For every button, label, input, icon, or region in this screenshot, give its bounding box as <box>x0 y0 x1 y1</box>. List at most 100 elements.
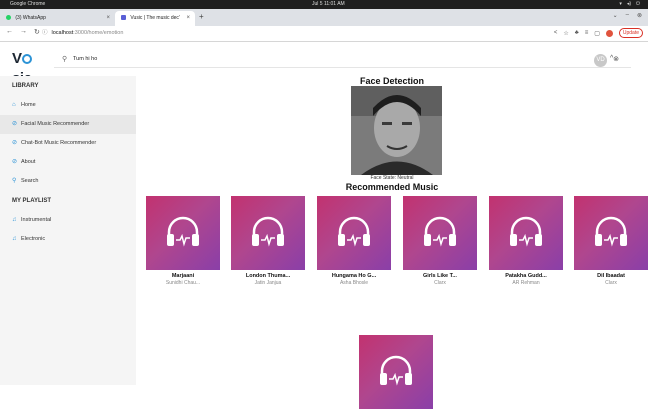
back-arrow-icon[interactable]: ← <box>6 28 13 36</box>
album-cover <box>359 335 433 409</box>
search-input[interactable]: Tum hi ho <box>73 56 97 62</box>
reload-icon[interactable]: ↻ <box>34 28 40 36</box>
home-icon: ⌂ <box>12 102 16 108</box>
volume-icon[interactable]: ◂) <box>627 0 631 9</box>
check-circle-icon: ⊘ <box>12 159 18 165</box>
close-window-icon[interactable]: ⊗ <box>637 12 642 19</box>
url-host: localhost <box>51 30 74 36</box>
whatsapp-icon <box>6 15 11 21</box>
song-title: Girls Like T... <box>423 273 457 279</box>
new-tab-button[interactable]: + <box>199 12 204 21</box>
song-artist: Clarx <box>605 280 617 286</box>
sidebar-item-instrumental[interactable]: ♫ Instrumental <box>0 211 136 230</box>
browser-tab-strip: (3) WhatsApp × Vusic | The music dec’ × … <box>0 9 648 26</box>
recommended-music-title: Recommended Music <box>345 182 439 192</box>
system-top-bar: Google Chrome Jul 5 11:01 AM ▾ ◂) ⏻ <box>0 0 648 9</box>
song-artist: AR Rehman <box>512 280 540 286</box>
tab-whatsapp[interactable]: (3) WhatsApp × <box>0 11 115 26</box>
side-panel-icon[interactable]: ▢ <box>594 30 600 37</box>
power-icon[interactable]: ⏻ <box>636 0 640 9</box>
update-button[interactable]: Update <box>618 28 643 38</box>
song-card[interactable]: Hungama Ho G... Asha Bhosle <box>317 196 391 286</box>
url-path: :3000/home/emotion <box>73 30 124 36</box>
window-controls: ⌄ – ⊗ <box>613 12 642 19</box>
forward-arrow-icon[interactable]: → <box>20 28 27 36</box>
sidebar-item-label: Home <box>21 102 36 108</box>
bookmark-star-icon[interactable]: ☆ <box>563 30 568 37</box>
system-tray[interactable]: ▾ ◂) ⏻ <box>619 0 640 9</box>
song-card[interactable] <box>359 335 433 412</box>
sidebar-item-electronic[interactable]: ♫ Electronic <box>0 230 136 249</box>
tab-search-icon[interactable]: ⌄ <box>613 12 618 19</box>
system-clock[interactable]: Jul 5 11:01 AM <box>312 0 345 9</box>
song-card[interactable]: Girls Like T... Clarx <box>403 196 477 286</box>
sidebar-item-label: Search <box>21 178 39 184</box>
song-title: Dil Ibaadat <box>597 273 625 279</box>
reading-list-icon[interactable]: ≡ <box>585 30 589 36</box>
sidebar-item-label: Chat-Bot Music Recommender <box>21 140 97 146</box>
library-heading: LIBRARY <box>12 83 39 89</box>
minimize-icon[interactable]: – <box>626 12 629 19</box>
toolbar-actions: < ☆ ♣ ≡ ▢ Update <box>554 28 643 38</box>
playlist-heading: MY PLAYLIST <box>12 198 52 204</box>
browser-toolbar: ← → ↻ ⓘ localhost:3000/home/emotion < ☆ ♣… <box>0 26 648 42</box>
sidebar-item-about[interactable]: ⊘ About <box>0 153 136 172</box>
song-title: Hungama Ho G... <box>331 273 377 279</box>
profile-avatar[interactable] <box>605 29 613 37</box>
headphones-icon <box>252 216 284 247</box>
song-card[interactable]: London Thuma... Jatin Janjua <box>231 196 305 286</box>
headphones-icon <box>595 216 627 247</box>
sidebar-item-label: Electronic <box>21 236 46 242</box>
check-circle-icon: ⊘ <box>12 140 18 146</box>
tab-label: (3) WhatsApp <box>15 15 46 21</box>
song-artist: Asha Bhosle <box>339 280 369 286</box>
sidebar-item-label: Facial Music Recommender <box>21 121 90 127</box>
headphones-icon <box>510 216 542 247</box>
sidebar-item-facial-music-recommender[interactable]: ⊘ Facial Music Recommender <box>0 115 136 134</box>
album-cover <box>317 196 391 270</box>
sidebar-item-home[interactable]: ⌂ Home <box>0 96 136 115</box>
song-artist: Sunidhi Chau... <box>165 280 201 286</box>
search-bar[interactable]: ⚲ Tum hi ho ⊗ <box>54 53 631 68</box>
album-cover <box>489 196 563 270</box>
chevron-up-icon[interactable]: ^ <box>610 55 613 62</box>
close-tab-icon[interactable]: × <box>186 11 190 26</box>
info-icon[interactable]: ⓘ <box>42 30 48 36</box>
user-avatar[interactable]: VD <box>594 54 607 67</box>
song-title: London Thuma... <box>245 273 291 279</box>
song-title: Marjaani <box>171 273 195 279</box>
tab-vusic[interactable]: Vusic | The music dec’ × <box>115 11 195 26</box>
sidebar-item-chatbot-recommender[interactable]: ⊘ Chat-Bot Music Recommender <box>0 134 136 153</box>
song-artist: Jatin Janjua <box>254 280 282 286</box>
album-cover <box>231 196 305 270</box>
face-state-label: Face State: Neutral <box>370 175 414 181</box>
search-icon: ⚲ <box>12 178 17 184</box>
system-app-name: Google Chrome <box>10 1 46 7</box>
vusic-logo[interactable]: Vsic <box>12 49 50 87</box>
share-icon[interactable]: < <box>554 30 558 36</box>
extension-puzzle-icon[interactable]: ♣ <box>575 30 579 36</box>
headphones-icon <box>167 216 199 247</box>
tab-label: Vusic | The music dec’ <box>130 15 181 21</box>
album-cover <box>574 196 648 270</box>
logo-prefix: V <box>12 50 22 67</box>
face-detection-title: Face Detection <box>359 76 425 86</box>
sidebar: LIBRARY ⌂ Home ⊘ Facial Music Recommender … <box>0 76 136 385</box>
headphones-icon <box>424 216 456 247</box>
song-card[interactable]: Marjaani Sunidhi Chau... <box>146 196 220 286</box>
logo-ring-icon <box>22 54 33 65</box>
music-note-icon: ♫ <box>12 217 17 223</box>
nav-buttons: ← → ↻ <box>6 28 40 36</box>
song-card[interactable]: Dil Ibaadat Clarx <box>574 196 648 286</box>
sidebar-item-label: Instrumental <box>21 217 52 223</box>
clear-search-icon[interactable]: ⊗ <box>613 55 619 63</box>
webcam-face-image <box>351 86 442 175</box>
song-artist: Clarx <box>434 280 446 286</box>
network-icon[interactable]: ▾ <box>619 0 622 9</box>
close-tab-icon[interactable]: × <box>106 11 110 26</box>
song-title: Patakha Gudd... <box>505 273 547 279</box>
sidebar-item-search[interactable]: ⚲ Search <box>0 172 136 191</box>
vusic-favicon-icon <box>121 15 126 21</box>
address-bar[interactable]: ⓘ localhost:3000/home/emotion <box>42 28 512 39</box>
song-card[interactable]: Patakha Gudd... AR Rehman <box>489 196 563 286</box>
